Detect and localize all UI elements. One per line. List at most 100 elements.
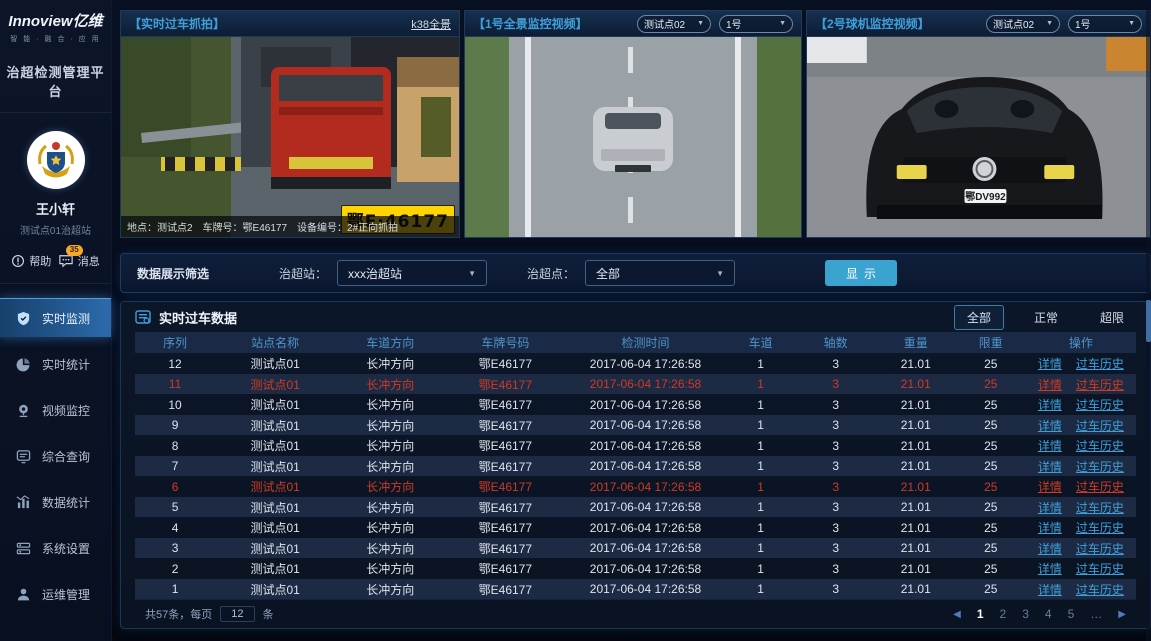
table-row[interactable]: 7测试点01长冲方向鄂E461772017-06-04 17:26:581321…	[135, 456, 1136, 477]
avatar[interactable]	[27, 131, 85, 189]
table-row[interactable]: 5测试点01长冲方向鄂E461772017-06-04 17:26:581321…	[135, 497, 1136, 518]
history-link[interactable]: 过车历史	[1076, 417, 1124, 434]
detail-link[interactable]: 详情	[1038, 478, 1062, 495]
table-row[interactable]: 6测试点01长冲方向鄂E461772017-06-04 17:26:581321…	[135, 476, 1136, 497]
table-title: 实时过车数据	[159, 308, 946, 327]
list-icon	[135, 309, 151, 325]
chevron-down-icon: ▼	[716, 269, 724, 278]
cell-dir: 长冲方向	[335, 355, 445, 372]
col-limit: 限重	[956, 334, 1026, 351]
history-link[interactable]: 过车历史	[1076, 560, 1124, 577]
sidebar-item-chart[interactable]: 数据统计	[0, 482, 111, 522]
scrollbar-thumb[interactable]	[1146, 300, 1151, 342]
panorama-site-select[interactable]: 测试点02▼	[637, 15, 711, 33]
scrollbar-track[interactable]	[1146, 0, 1151, 641]
cell-axle: 3	[796, 357, 876, 371]
messages-button[interactable]: 35 消息	[58, 253, 100, 269]
page-2[interactable]: 2	[1000, 607, 1007, 621]
sidebar-item-label: 运维管理	[42, 586, 90, 603]
cell-time: 2017-06-04 17:26:58	[565, 418, 725, 432]
history-link[interactable]: 过车历史	[1076, 499, 1124, 516]
next-page-button[interactable]: ▶	[1118, 609, 1126, 620]
table-row[interactable]: 8测试点01长冲方向鄂E461772017-06-04 17:26:581321…	[135, 435, 1136, 456]
cell-seq: 11	[135, 377, 215, 391]
panorama-channel-select[interactable]: 1号▼	[719, 15, 793, 33]
point-select[interactable]: 全部 ▼	[585, 260, 735, 286]
cell-plate: 鄂E46177	[445, 519, 565, 536]
cell-lane: 1	[726, 398, 796, 412]
page-size-select[interactable]: 12	[220, 606, 254, 622]
cell-axle: 3	[796, 398, 876, 412]
detail-link[interactable]: 详情	[1038, 355, 1062, 372]
detail-link[interactable]: 详情	[1038, 396, 1062, 413]
table-row[interactable]: 11测试点01长冲方向鄂E461772017-06-04 17:26:58132…	[135, 374, 1136, 395]
detail-link[interactable]: 详情	[1038, 376, 1062, 393]
show-button[interactable]: 显示	[825, 260, 897, 286]
cell-site: 测试点01	[215, 519, 335, 536]
page-5[interactable]: 5	[1068, 607, 1075, 621]
cell-seq: 6	[135, 480, 215, 494]
history-link[interactable]: 过车历史	[1076, 581, 1124, 598]
page-3[interactable]: 3	[1022, 607, 1029, 621]
detail-link[interactable]: 详情	[1038, 519, 1062, 536]
sidebar-item-shield[interactable]: 实时监测	[0, 298, 111, 338]
station-select[interactable]: xxx治超站 ▼	[337, 260, 487, 286]
dome-channel-select[interactable]: 1号▼	[1068, 15, 1142, 33]
cell-plate: 鄂E46177	[445, 396, 565, 413]
quick-actions: 帮助 35 消息	[0, 237, 111, 284]
history-link[interactable]: 过车历史	[1076, 396, 1124, 413]
detail-link[interactable]: 详情	[1038, 560, 1062, 577]
sidebar-item-camera[interactable]: 视频监控	[0, 390, 111, 430]
table-row[interactable]: 9测试点01长冲方向鄂E461772017-06-04 17:26:581321…	[135, 415, 1136, 436]
sidebar-item-settings[interactable]: 系统设置	[0, 528, 111, 568]
tab-正常[interactable]: 正常	[1022, 306, 1070, 329]
table-row[interactable]: 1测试点01长冲方向鄂E461772017-06-04 17:26:581321…	[135, 579, 1136, 600]
history-link[interactable]: 过车历史	[1076, 376, 1124, 393]
chevron-down-icon: ▼	[468, 269, 476, 278]
page-4[interactable]: 4	[1045, 607, 1052, 621]
history-link[interactable]: 过车历史	[1076, 355, 1124, 372]
table-row[interactable]: 3测试点01长冲方向鄂E461772017-06-04 17:26:581321…	[135, 538, 1136, 559]
cell-weight: 21.01	[876, 582, 956, 596]
dome-site-select[interactable]: 测试点02▼	[986, 15, 1060, 33]
prev-page-button[interactable]: ◀	[953, 609, 961, 620]
sidebar-item-pie[interactable]: 实时统计	[0, 344, 111, 384]
detail-link[interactable]: 详情	[1038, 540, 1062, 557]
user-station: 测试点01治超站	[0, 222, 111, 237]
cell-seq: 7	[135, 459, 215, 473]
history-link[interactable]: 过车历史	[1076, 478, 1124, 495]
history-link[interactable]: 过车历史	[1076, 458, 1124, 475]
tab-超限[interactable]: 超限	[1088, 306, 1136, 329]
cell-weight: 21.01	[876, 439, 956, 453]
table-row[interactable]: 2测试点01长冲方向鄂E461772017-06-04 17:26:581321…	[135, 558, 1136, 579]
table-row[interactable]: 4测试点01长冲方向鄂E461772017-06-04 17:26:581321…	[135, 517, 1136, 538]
detail-link[interactable]: 详情	[1038, 417, 1062, 434]
cell-weight: 21.01	[876, 459, 956, 473]
history-link[interactable]: 过车历史	[1076, 437, 1124, 454]
sidebar-item-user[interactable]: 运维管理	[0, 574, 111, 614]
table-row[interactable]: 10测试点01长冲方向鄂E461772017-06-04 17:26:58132…	[135, 394, 1136, 415]
panel-dome-title: 【2号球机监控视频】	[815, 15, 930, 32]
history-link[interactable]: 过车历史	[1076, 519, 1124, 536]
page-numbers: 12345…	[977, 607, 1102, 621]
detail-link[interactable]: 详情	[1038, 458, 1062, 475]
cell-site: 测试点01	[215, 560, 335, 577]
snapshot-image[interactable]: 鄂E·46177 地点：测试点2 车牌号：鄂E46177 设备编号：2#正向抓拍	[121, 37, 459, 237]
panorama-link[interactable]: k38全景	[411, 16, 451, 32]
dome-video-image[interactable]: 鄂DV992	[807, 37, 1150, 237]
detail-link[interactable]: 详情	[1038, 437, 1062, 454]
help-button[interactable]: 帮助	[11, 253, 51, 269]
cell-weight: 21.01	[876, 377, 956, 391]
cell-site: 测试点01	[215, 437, 335, 454]
cell-actions: 详情过车历史	[1026, 396, 1136, 413]
detail-link[interactable]: 详情	[1038, 581, 1062, 598]
sidebar-item-query[interactable]: 综合查询	[0, 436, 111, 476]
detail-link[interactable]: 详情	[1038, 499, 1062, 516]
table-row[interactable]: 12测试点01长冲方向鄂E461772017-06-04 17:26:58132…	[135, 353, 1136, 374]
history-link[interactable]: 过车历史	[1076, 540, 1124, 557]
panorama-video-image[interactable]	[465, 37, 801, 237]
cell-dir: 长冲方向	[335, 478, 445, 495]
cell-dir: 长冲方向	[335, 540, 445, 557]
tab-全部[interactable]: 全部	[954, 305, 1004, 330]
page-1[interactable]: 1	[977, 607, 984, 621]
